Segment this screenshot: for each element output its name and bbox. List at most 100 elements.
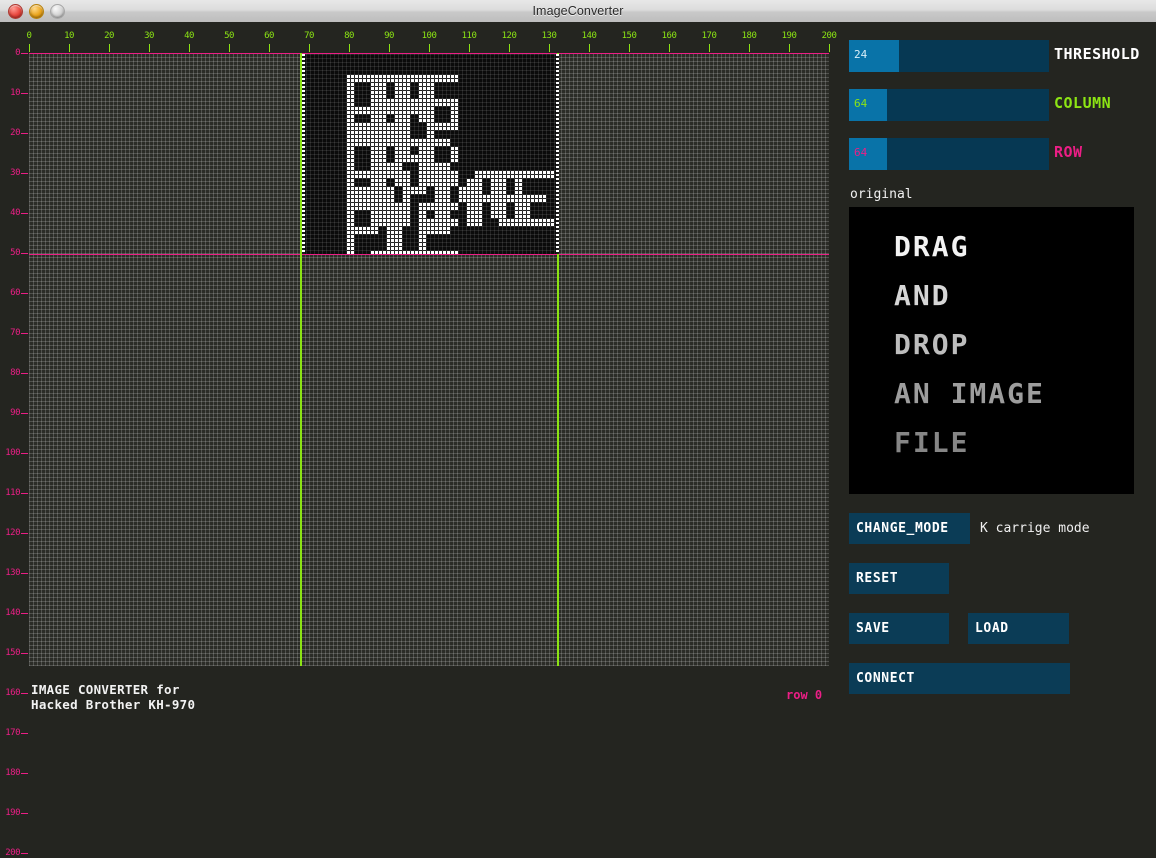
h-ruler-mark <box>109 44 110 52</box>
preview-caption: original <box>850 187 1136 202</box>
row-value: 64 <box>854 147 867 158</box>
h-ruler-mark <box>589 44 590 52</box>
row-label: ROW <box>1054 145 1083 160</box>
window-title: ImageConverter <box>0 0 1156 22</box>
v-ruler-tick: 200 <box>0 849 20 858</box>
h-ruler-tick: 160 <box>662 32 677 41</box>
change-mode-button[interactable]: CHANGE_MODE <box>849 513 970 544</box>
v-ruler-tick: 150 <box>0 649 20 658</box>
h-ruler-mark <box>429 44 430 52</box>
v-ruler-mark <box>21 253 28 254</box>
h-ruler-mark <box>149 44 150 52</box>
row-status: row 0 <box>786 688 822 702</box>
h-ruler-tick: 30 <box>144 32 154 41</box>
v-ruler-mark <box>21 53 28 54</box>
preview-line-3: DROP <box>894 331 969 359</box>
reset-button[interactable]: RESET <box>849 563 949 594</box>
v-ruler-tick: 60 <box>0 289 20 298</box>
column-knob[interactable]: 64 <box>849 89 887 121</box>
slider-column[interactable]: 64 COLUMN <box>849 89 1136 121</box>
v-ruler-tick: 20 <box>0 129 20 138</box>
selection-edge-right[interactable] <box>556 54 559 254</box>
preview-line-5: FILE <box>894 429 969 457</box>
v-ruler-tick: 90 <box>0 409 20 418</box>
v-ruler-tick: 30 <box>0 169 20 178</box>
h-ruler-mark <box>549 44 550 52</box>
slider-row[interactable]: 64 ROW <box>849 138 1136 170</box>
h-ruler-mark <box>469 44 470 52</box>
v-ruler-tick: 170 <box>0 729 20 738</box>
connect-button[interactable]: CONNECT <box>849 663 1070 694</box>
app-footer: IMAGE CONVERTER for Hacked Brother KH-97… <box>31 682 195 712</box>
window-titlebar: ImageConverter <box>0 0 1156 23</box>
v-ruler-mark <box>21 293 28 294</box>
h-ruler-tick: 130 <box>542 32 557 41</box>
h-ruler-mark <box>509 44 510 52</box>
v-ruler-mark <box>21 413 28 414</box>
h-ruler-tick: 40 <box>184 32 194 41</box>
h-ruler-mark <box>629 44 630 52</box>
h-ruler-tick: 50 <box>224 32 234 41</box>
dithered-image-region[interactable] <box>302 54 559 254</box>
h-ruler-mark <box>269 44 270 52</box>
preview-line-1: DRAG <box>894 233 969 261</box>
footer-line-1: IMAGE CONVERTER for <box>31 682 195 697</box>
v-ruler-mark <box>21 613 28 614</box>
carriage-mode-note: K carrige mode <box>980 521 1090 536</box>
original-image-preview[interactable]: DRAG AND DROP AN IMAGE FILE <box>849 207 1134 494</box>
guide-line-row <box>29 254 829 255</box>
h-ruler-tick: 170 <box>702 32 717 41</box>
column-value: 64 <box>854 98 867 109</box>
preview-line-4: AN IMAGE <box>894 380 1045 408</box>
h-ruler-tick: 200 <box>822 32 837 41</box>
v-ruler-mark <box>21 533 28 534</box>
h-ruler-tick: 190 <box>782 32 797 41</box>
load-button[interactable]: LOAD <box>968 613 1069 644</box>
v-ruler-mark <box>21 93 28 94</box>
v-ruler-tick: 100 <box>0 449 20 458</box>
v-ruler-mark <box>21 733 28 734</box>
h-ruler-tick: 180 <box>742 32 757 41</box>
slider-threshold[interactable]: 24 THRESHOLD <box>849 40 1136 72</box>
h-ruler-mark <box>309 44 310 52</box>
h-ruler-tick: 70 <box>304 32 314 41</box>
h-ruler-tick: 10 <box>64 32 74 41</box>
h-ruler-mark <box>709 44 710 52</box>
v-ruler-tick: 120 <box>0 529 20 538</box>
v-ruler-mark <box>21 173 28 174</box>
v-ruler-mark <box>21 213 28 214</box>
app-window: ImageConverter 0 10 20 30 40 50 60 70 80 90 100 110… <box>0 0 1156 713</box>
h-ruler-mark <box>189 44 190 52</box>
threshold-value: 24 <box>854 49 867 60</box>
v-ruler-mark <box>21 453 28 454</box>
v-ruler-tick: 40 <box>0 209 20 218</box>
preview-line-2: AND <box>894 282 951 310</box>
h-ruler-mark <box>229 44 230 52</box>
h-ruler-tick: 120 <box>502 32 517 41</box>
h-ruler-tick: 80 <box>344 32 354 41</box>
column-label: COLUMN <box>1054 96 1111 111</box>
v-ruler-mark <box>21 373 28 374</box>
v-ruler-tick: 110 <box>0 489 20 498</box>
v-ruler-tick: 50 <box>0 249 20 258</box>
h-ruler-mark <box>69 44 70 52</box>
v-ruler-tick: 70 <box>0 329 20 338</box>
footer-line-2: Hacked Brother KH-970 <box>31 697 195 712</box>
v-ruler-tick: 180 <box>0 769 20 778</box>
h-ruler-mark <box>749 44 750 52</box>
threshold-knob[interactable]: 24 <box>849 40 899 72</box>
h-ruler-mark <box>349 44 350 52</box>
h-ruler-mark <box>669 44 670 52</box>
v-ruler-tick: 190 <box>0 809 20 818</box>
v-ruler-mark <box>21 813 28 814</box>
v-ruler-mark <box>21 493 28 494</box>
selection-edge-left[interactable] <box>302 54 305 254</box>
h-ruler-tick: 150 <box>622 32 637 41</box>
save-button[interactable]: SAVE <box>849 613 949 644</box>
h-ruler-mark <box>829 44 830 52</box>
h-ruler-mark <box>29 44 30 52</box>
v-ruler-tick: 160 <box>0 689 20 698</box>
row-knob[interactable]: 64 <box>849 138 887 170</box>
h-ruler-mark <box>389 44 390 52</box>
h-ruler-tick: 0 <box>27 32 32 41</box>
